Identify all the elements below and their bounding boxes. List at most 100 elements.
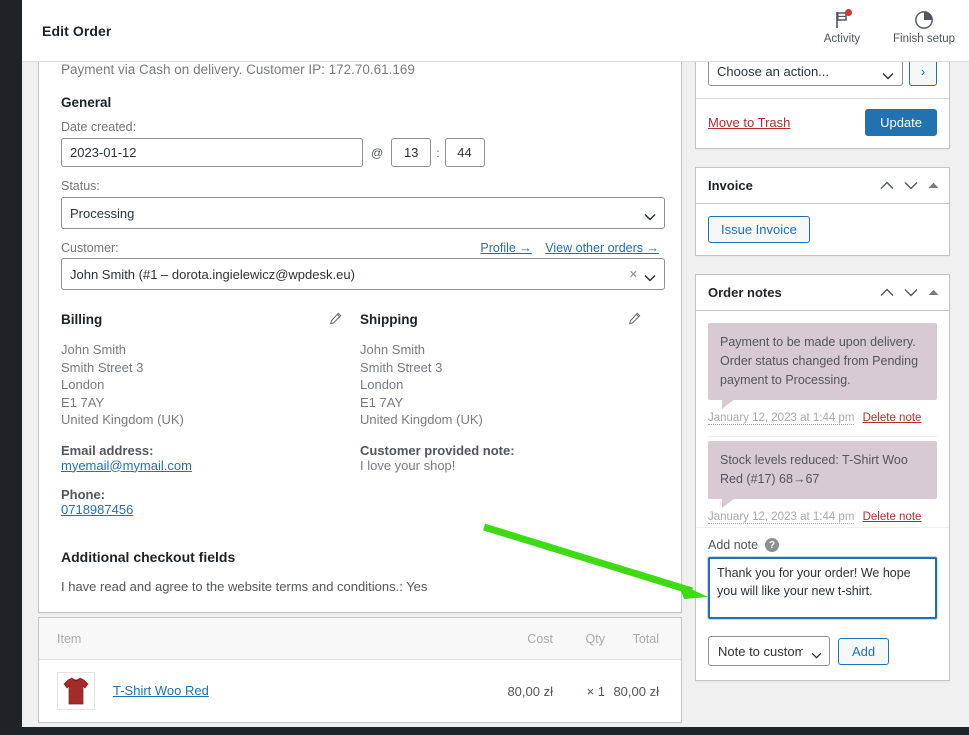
clear-customer-icon[interactable]: ✕ [629, 268, 638, 281]
content-gutter [22, 62, 38, 735]
activity-label: Activity [823, 32, 861, 45]
order-data-column: Payment via Cash on delivery. Customer I… [38, 45, 682, 613]
view-other-orders-link[interactable]: View other orders → [545, 241, 659, 255]
order-submit-row: Move to Trash Update [696, 98, 949, 148]
column-header-cost: Cost [527, 631, 553, 646]
billing-line: E1 7AY [61, 394, 105, 410]
minute-input[interactable] [444, 138, 485, 167]
order-notes-header: Order notes [696, 275, 949, 311]
column-header-qty: Qty [585, 631, 605, 646]
order-note-meta: January 12, 2023 at 1:44 pm Delete note [708, 511, 937, 524]
order-notes-panel: Order notes Payment to be made upon deli… [695, 274, 950, 681]
billing-heading: Billing [61, 312, 103, 327]
topbar-actions: Activity Finish setup [811, 0, 969, 62]
hour-input[interactable] [391, 138, 432, 167]
move-down-icon[interactable] [904, 181, 918, 190]
column-header-item: Item [57, 631, 82, 646]
billing-line: John Smith [61, 342, 127, 357]
flag-icon [831, 8, 853, 31]
toggle-panel-icon[interactable] [928, 182, 939, 189]
product-thumbnail[interactable] [57, 672, 95, 710]
date-created-label: Date created: [61, 120, 137, 134]
billing-email-label: Email address: [61, 442, 154, 458]
admin-topbar: Edit Order Activity Finish setup [0, 0, 969, 62]
order-notes-controls [880, 288, 939, 297]
billing-phone-label: Phone: [61, 486, 106, 502]
status-select-wrap [61, 197, 665, 229]
delete-note-link[interactable]: Delete note [863, 511, 922, 523]
status-select[interactable] [61, 197, 665, 229]
order-notes-title: Order notes [708, 285, 782, 300]
invoice-panel: Invoice Issue Invoice [695, 167, 950, 256]
move-down-icon[interactable] [904, 288, 918, 297]
toggle-panel-icon[interactable] [928, 289, 939, 296]
move-up-icon[interactable] [880, 288, 894, 297]
edit-billing-pencil-icon[interactable] [329, 312, 342, 330]
order-note-meta: January 12, 2023 at 1:44 pm Delete note [708, 412, 937, 425]
activity-unread-dot [844, 8, 852, 16]
customer-note-label: Customer provided note: [360, 442, 515, 458]
date-created-row: @ : [61, 138, 659, 167]
order-note-text: Payment to be made upon delivery. Order … [708, 323, 937, 409]
billing-column: Billing John Smith Smith Street 3 London… [61, 312, 360, 517]
order-note-text: Stock levels reduced: T-Shirt Woo Red (#… [708, 441, 937, 508]
update-button[interactable]: Update [865, 109, 937, 136]
shipping-line: Smith Street 3 [360, 359, 443, 375]
billing-line: United Kingdom (UK) [61, 412, 184, 427]
additional-checkout-fields-heading: Additional checkout fields [61, 548, 236, 565]
admin-sidebar-rail [0, 62, 22, 735]
finish-setup-button[interactable]: Finish setup [893, 0, 955, 45]
invoice-panel-body: Issue Invoice [696, 204, 949, 255]
order-note-date: January 12, 2023 at 1:44 pm [708, 511, 855, 524]
invoice-panel-header: Invoice [696, 168, 949, 204]
shipping-heading: Shipping [360, 312, 418, 327]
pie-progress-icon [913, 9, 935, 31]
shipping-line: John Smith [360, 342, 426, 357]
order-sidebar: › Move to Trash Update Invoice [695, 45, 950, 699]
list-item: Stock levels reduced: T-Shirt Woo Red (#… [708, 441, 937, 524]
add-note-textarea[interactable] [708, 557, 937, 619]
date-created-input[interactable] [61, 138, 363, 167]
add-note-label-row: Add note ? [708, 538, 937, 552]
help-icon[interactable]: ? [765, 538, 780, 552]
at-separator: @ [371, 145, 384, 160]
product-name-link[interactable]: T-Shirt Woo Red [113, 683, 209, 698]
order-notes-list: Payment to be made upon delivery. Order … [696, 311, 949, 524]
product-name-cell: T-Shirt Woo Red [113, 682, 483, 700]
customer-select-wrap: ✕ [61, 258, 665, 290]
bottom-rail [0, 727, 969, 735]
add-note-button[interactable]: Add [838, 637, 890, 665]
move-up-icon[interactable] [880, 181, 894, 190]
admin-menu-rail [0, 0, 22, 62]
order-data-panel: Payment via Cash on delivery. Customer I… [38, 45, 682, 613]
shipping-line: United Kingdom (UK) [360, 412, 483, 427]
status-label: Status: [61, 179, 100, 193]
product-total-cell: 80,00 zł [613, 683, 659, 699]
billing-line: Smith Street 3 [61, 359, 144, 375]
billing-email-link[interactable]: myemail@mymail.com [61, 458, 360, 473]
table-row: T-Shirt Woo Red 80,00 zł × 1 80,00 zł [39, 660, 681, 722]
address-columns: Billing John Smith Smith Street 3 London… [61, 312, 659, 517]
divider [708, 436, 937, 437]
add-note-controls: Add [708, 636, 937, 666]
invoice-panel-controls [880, 181, 939, 190]
order-items-panel: Item Cost Qty Total T-Shirt Woo Red 80,0… [38, 617, 682, 723]
time-colon-separator: : [436, 145, 440, 160]
activity-button[interactable]: Activity [811, 0, 873, 45]
general-heading: General [61, 95, 112, 110]
customer-links: Profile → View other orders → [470, 241, 659, 255]
woocommerce-edit-order-screen: Edit Order Activity Finish setup Payment… [0, 0, 969, 735]
profile-link[interactable]: Profile → [480, 241, 531, 255]
list-item: Payment to be made upon delivery. Order … [708, 323, 937, 437]
move-to-trash-link[interactable]: Move to Trash [708, 115, 790, 130]
finish-setup-label: Finish setup [892, 32, 955, 45]
payment-method-line: Payment via Cash on delivery. Customer I… [61, 62, 415, 77]
billing-phone-link[interactable]: 0718987456 [61, 502, 360, 517]
customer-select[interactable] [61, 258, 665, 290]
note-type-select[interactable] [708, 636, 830, 666]
billing-line: London [61, 377, 105, 392]
edit-shipping-pencil-icon[interactable] [628, 312, 641, 330]
invoice-panel-title: Invoice [708, 178, 753, 193]
issue-invoice-button[interactable]: Issue Invoice [708, 216, 810, 243]
delete-note-link[interactable]: Delete note [863, 412, 922, 424]
